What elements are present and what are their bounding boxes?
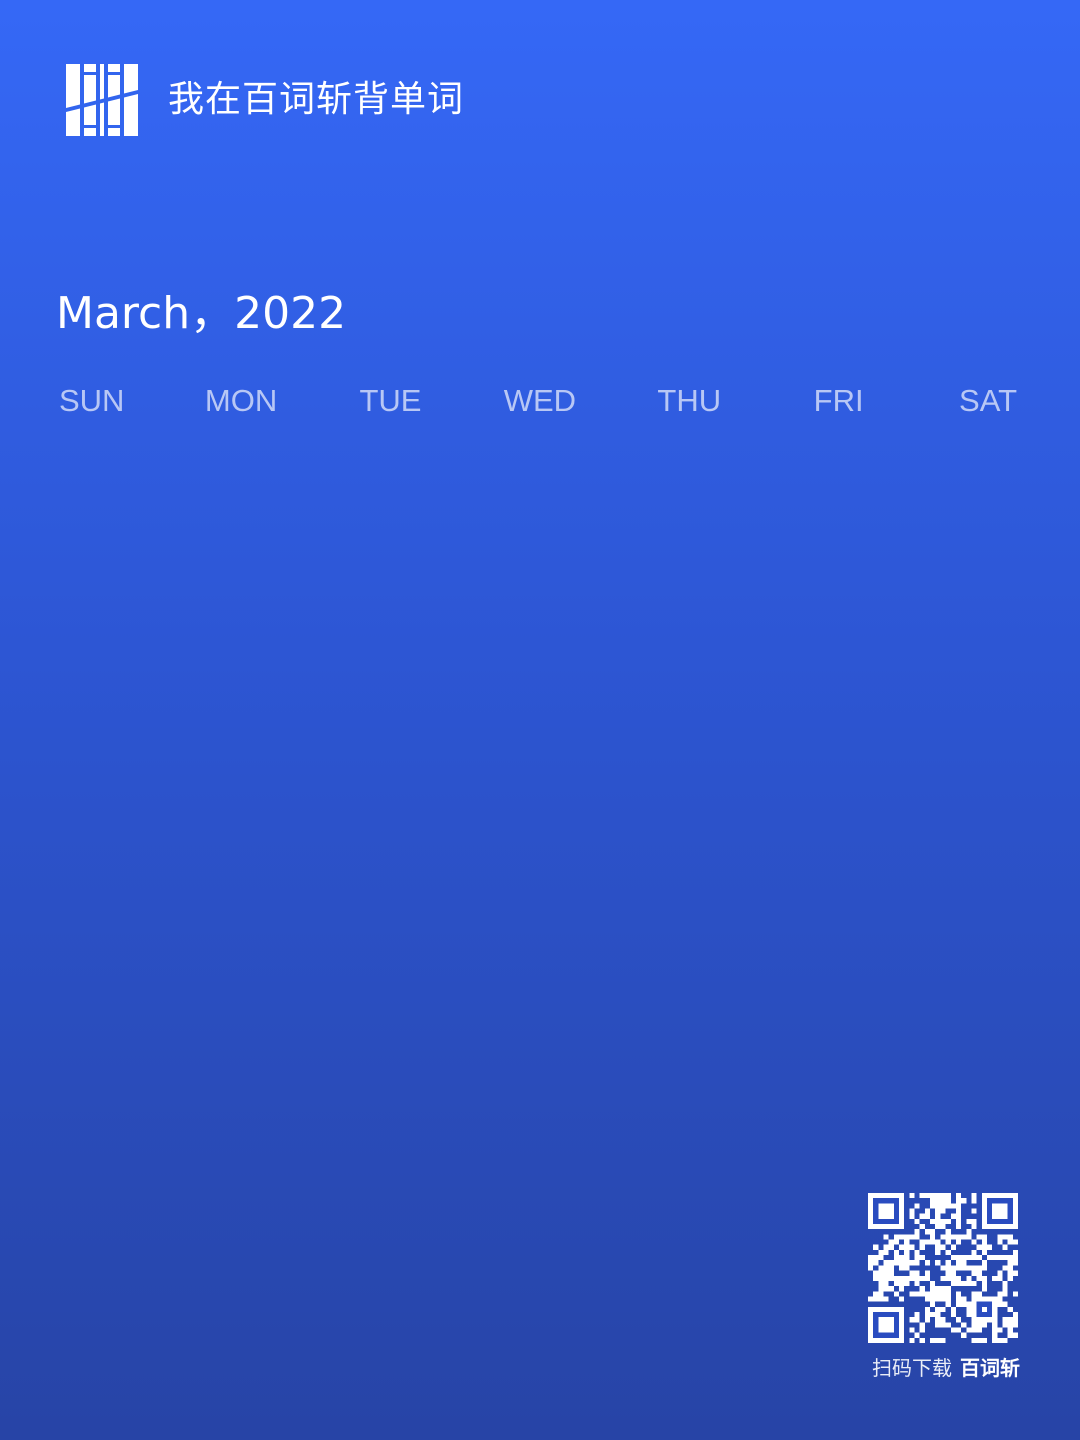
baicizhan-100-logo-icon bbox=[66, 64, 138, 136]
qr-caption-brand: 百词斩 bbox=[960, 1356, 1020, 1380]
weekday-mon: MON bbox=[204, 383, 278, 418]
header-title: 我在百词斩背单词 bbox=[168, 79, 465, 120]
qr-code-icon bbox=[868, 1193, 1018, 1343]
weekday-wed: WED bbox=[503, 383, 577, 418]
weekday-fri: FRI bbox=[813, 383, 864, 418]
qr-caption-prefix: 扫码下载 bbox=[872, 1356, 952, 1380]
header: 我在百词斩背单词 bbox=[66, 64, 464, 136]
weekday-row: SUN MON TUE WED THU FRI SAT bbox=[17, 378, 1063, 424]
weekday-thu: THU bbox=[657, 383, 722, 418]
qr-code bbox=[868, 1193, 1018, 1343]
share-card: 我在百词斩背单词 March，2022 SUN MON TUE WED THU … bbox=[0, 0, 1080, 1440]
qr-caption: 扫码下载 百词斩 bbox=[872, 1352, 1020, 1384]
weekday-tue: TUE bbox=[359, 383, 422, 418]
weekday-sat: SAT bbox=[959, 383, 1018, 418]
weekday-sun: SUN bbox=[58, 383, 125, 418]
month-title: March，2022 bbox=[56, 288, 347, 339]
